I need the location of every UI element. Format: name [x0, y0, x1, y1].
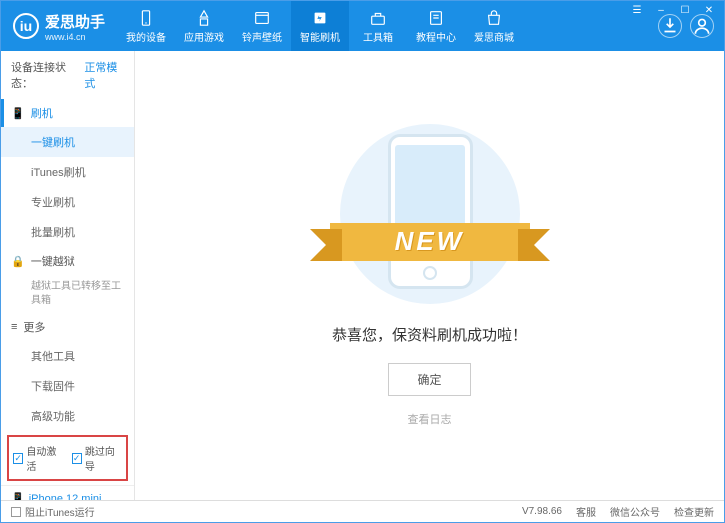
toolbox-icon: [369, 9, 387, 27]
flash-icon: [311, 9, 329, 27]
menu-button[interactable]: ☰: [628, 3, 646, 17]
nav-label: 智能刷机: [300, 29, 340, 44]
sidebar-item[interactable]: iTunes刷机: [1, 157, 134, 187]
media-icon: [253, 9, 271, 27]
nav-label: 我的设备: [126, 29, 166, 44]
footer-update[interactable]: 检查更新: [674, 504, 714, 519]
success-message: 恭喜您，保资料刷机成功啦！: [332, 324, 527, 345]
sidebar-item[interactable]: 其他工具: [1, 341, 134, 371]
success-illustration: NEW: [320, 124, 540, 304]
shop-icon: [485, 9, 503, 27]
lock-icon: 🔒: [11, 255, 25, 268]
phone-icon: 📱: [11, 492, 25, 500]
checkbox-自动激活[interactable]: ✓自动激活: [13, 443, 64, 473]
block-itunes-checkbox[interactable]: [11, 507, 21, 517]
app-url: www.i4.cn: [45, 32, 105, 42]
sidebar-note: 越狱工具已转移至工具箱: [1, 275, 134, 313]
nav-media[interactable]: 铃声壁纸: [233, 1, 291, 51]
nav-label: 爱思商城: [474, 29, 514, 44]
conn-label: 设备连接状态：: [11, 59, 80, 91]
ribbon-text: NEW: [395, 226, 465, 257]
sidebar-item[interactable]: 下载固件: [1, 371, 134, 401]
nav-label: 教程中心: [416, 29, 456, 44]
logo: iu 爱思助手 www.i4.cn: [1, 11, 117, 42]
sidebar-section-更多[interactable]: ≡更多: [1, 313, 134, 341]
maximize-button[interactable]: ☐: [676, 3, 694, 17]
apps-icon: [195, 9, 213, 27]
header: iu 爱思助手 www.i4.cn 我的设备 应用游戏 铃声壁纸 智能刷机 工具箱 教程中…: [1, 1, 724, 51]
options-highlight: ✓自动激活 ✓跳过向导: [7, 435, 128, 481]
sidebar-section-一键越狱[interactable]: 🔒一键越狱: [1, 247, 134, 275]
conn-mode: 正常模式: [84, 59, 124, 91]
sidebar-section-刷机[interactable]: 📱刷机: [1, 99, 134, 127]
checkbox-跳过向导[interactable]: ✓跳过向导: [72, 443, 123, 473]
nav-label: 应用游戏: [184, 29, 224, 44]
logo-icon: iu: [13, 13, 39, 39]
nav-label: 工具箱: [363, 29, 393, 44]
nav-shop[interactable]: 爱思商城: [465, 1, 523, 51]
minimize-button[interactable]: –: [652, 3, 670, 17]
sidebar-item[interactable]: 高级功能: [1, 401, 134, 431]
download-icon[interactable]: [658, 14, 682, 38]
app-name: 爱思助手: [45, 11, 105, 32]
phone-icon: 📱: [11, 107, 25, 120]
close-button[interactable]: ✕: [700, 3, 718, 17]
user-icon[interactable]: [690, 14, 714, 38]
nav-toolbox[interactable]: 工具箱: [349, 1, 407, 51]
block-itunes-label: 阻止iTunes运行: [25, 504, 95, 519]
nav: 我的设备 应用游戏 铃声壁纸 智能刷机 工具箱 教程中心 爱思商城: [117, 1, 658, 51]
more-icon: ≡: [11, 321, 17, 333]
check-icon: ✓: [72, 453, 82, 464]
footer-wechat[interactable]: 微信公众号: [610, 504, 660, 519]
sidebar-item[interactable]: 批量刷机: [1, 217, 134, 247]
sidebar-item[interactable]: 一键刷机: [1, 127, 134, 157]
view-log-link[interactable]: 查看日志: [408, 411, 452, 427]
device-info[interactable]: 📱 iPhone 12 mini 64GB Down-12mini-13,1: [1, 485, 134, 500]
connection-status: 设备连接状态： 正常模式: [1, 51, 134, 99]
version: V7.98.66: [522, 506, 562, 517]
sidebar: 设备连接状态： 正常模式 📱刷机一键刷机iTunes刷机专业刷机批量刷机🔒一键越…: [1, 51, 135, 500]
ok-button[interactable]: 确定: [388, 363, 470, 396]
phone-icon: [137, 9, 155, 27]
sidebar-item[interactable]: 专业刷机: [1, 187, 134, 217]
device-name: 📱 iPhone 12 mini: [11, 492, 124, 500]
book-icon: [427, 9, 445, 27]
nav-flash[interactable]: 智能刷机: [291, 1, 349, 51]
nav-label: 铃声壁纸: [242, 29, 282, 44]
nav-phone[interactable]: 我的设备: [117, 1, 175, 51]
footer: 阻止iTunes运行 V7.98.66 客服 微信公众号 检查更新: [1, 500, 724, 522]
nav-book[interactable]: 教程中心: [407, 1, 465, 51]
main-content: NEW 恭喜您，保资料刷机成功啦！ 确定 查看日志: [135, 51, 724, 500]
nav-apps[interactable]: 应用游戏: [175, 1, 233, 51]
check-icon: ✓: [13, 453, 23, 464]
footer-support[interactable]: 客服: [576, 504, 596, 519]
